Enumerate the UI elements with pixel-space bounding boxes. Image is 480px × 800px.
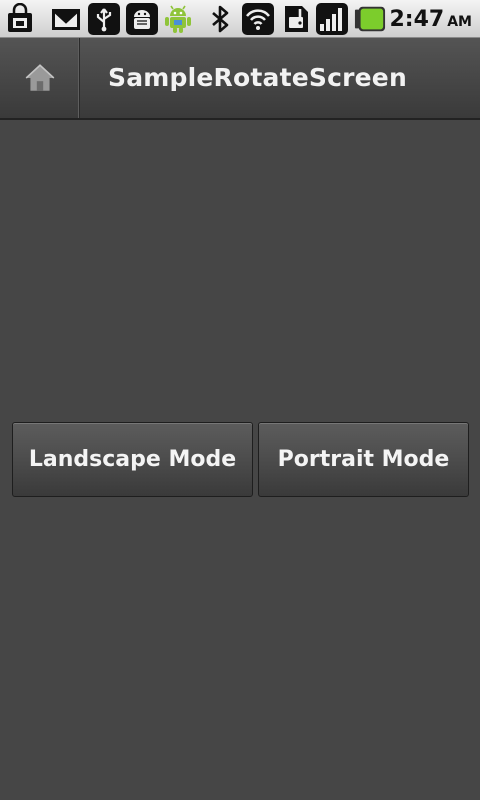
- android-mascot-icon: [162, 3, 198, 35]
- android-debug-icon: [126, 3, 158, 35]
- portrait-mode-button[interactable]: Portrait Mode: [258, 422, 469, 497]
- gmail-icon: [50, 3, 82, 35]
- signal-icon: [316, 3, 348, 35]
- home-icon: [25, 64, 54, 91]
- app-title: SampleRotateScreen: [108, 63, 407, 92]
- action-bar: SampleRotateScreen: [0, 38, 480, 120]
- landscape-mode-button[interactable]: Landscape Mode: [12, 422, 253, 497]
- clock: 2:47 AM: [389, 6, 472, 34]
- bluetooth-icon: [204, 3, 236, 35]
- shopping-bag-icon: [4, 3, 36, 35]
- home-button[interactable]: [0, 38, 80, 118]
- main-content: Landscape Mode Portrait Mode: [0, 120, 480, 800]
- status-bar: 2:47 AM: [0, 0, 480, 38]
- sim-alert-icon: [280, 3, 312, 35]
- clock-ampm: AM: [447, 14, 472, 30]
- clock-time: 2:47: [389, 7, 445, 32]
- wifi-icon: [242, 3, 274, 35]
- battery-icon: [354, 3, 388, 35]
- usb-icon: [88, 3, 120, 35]
